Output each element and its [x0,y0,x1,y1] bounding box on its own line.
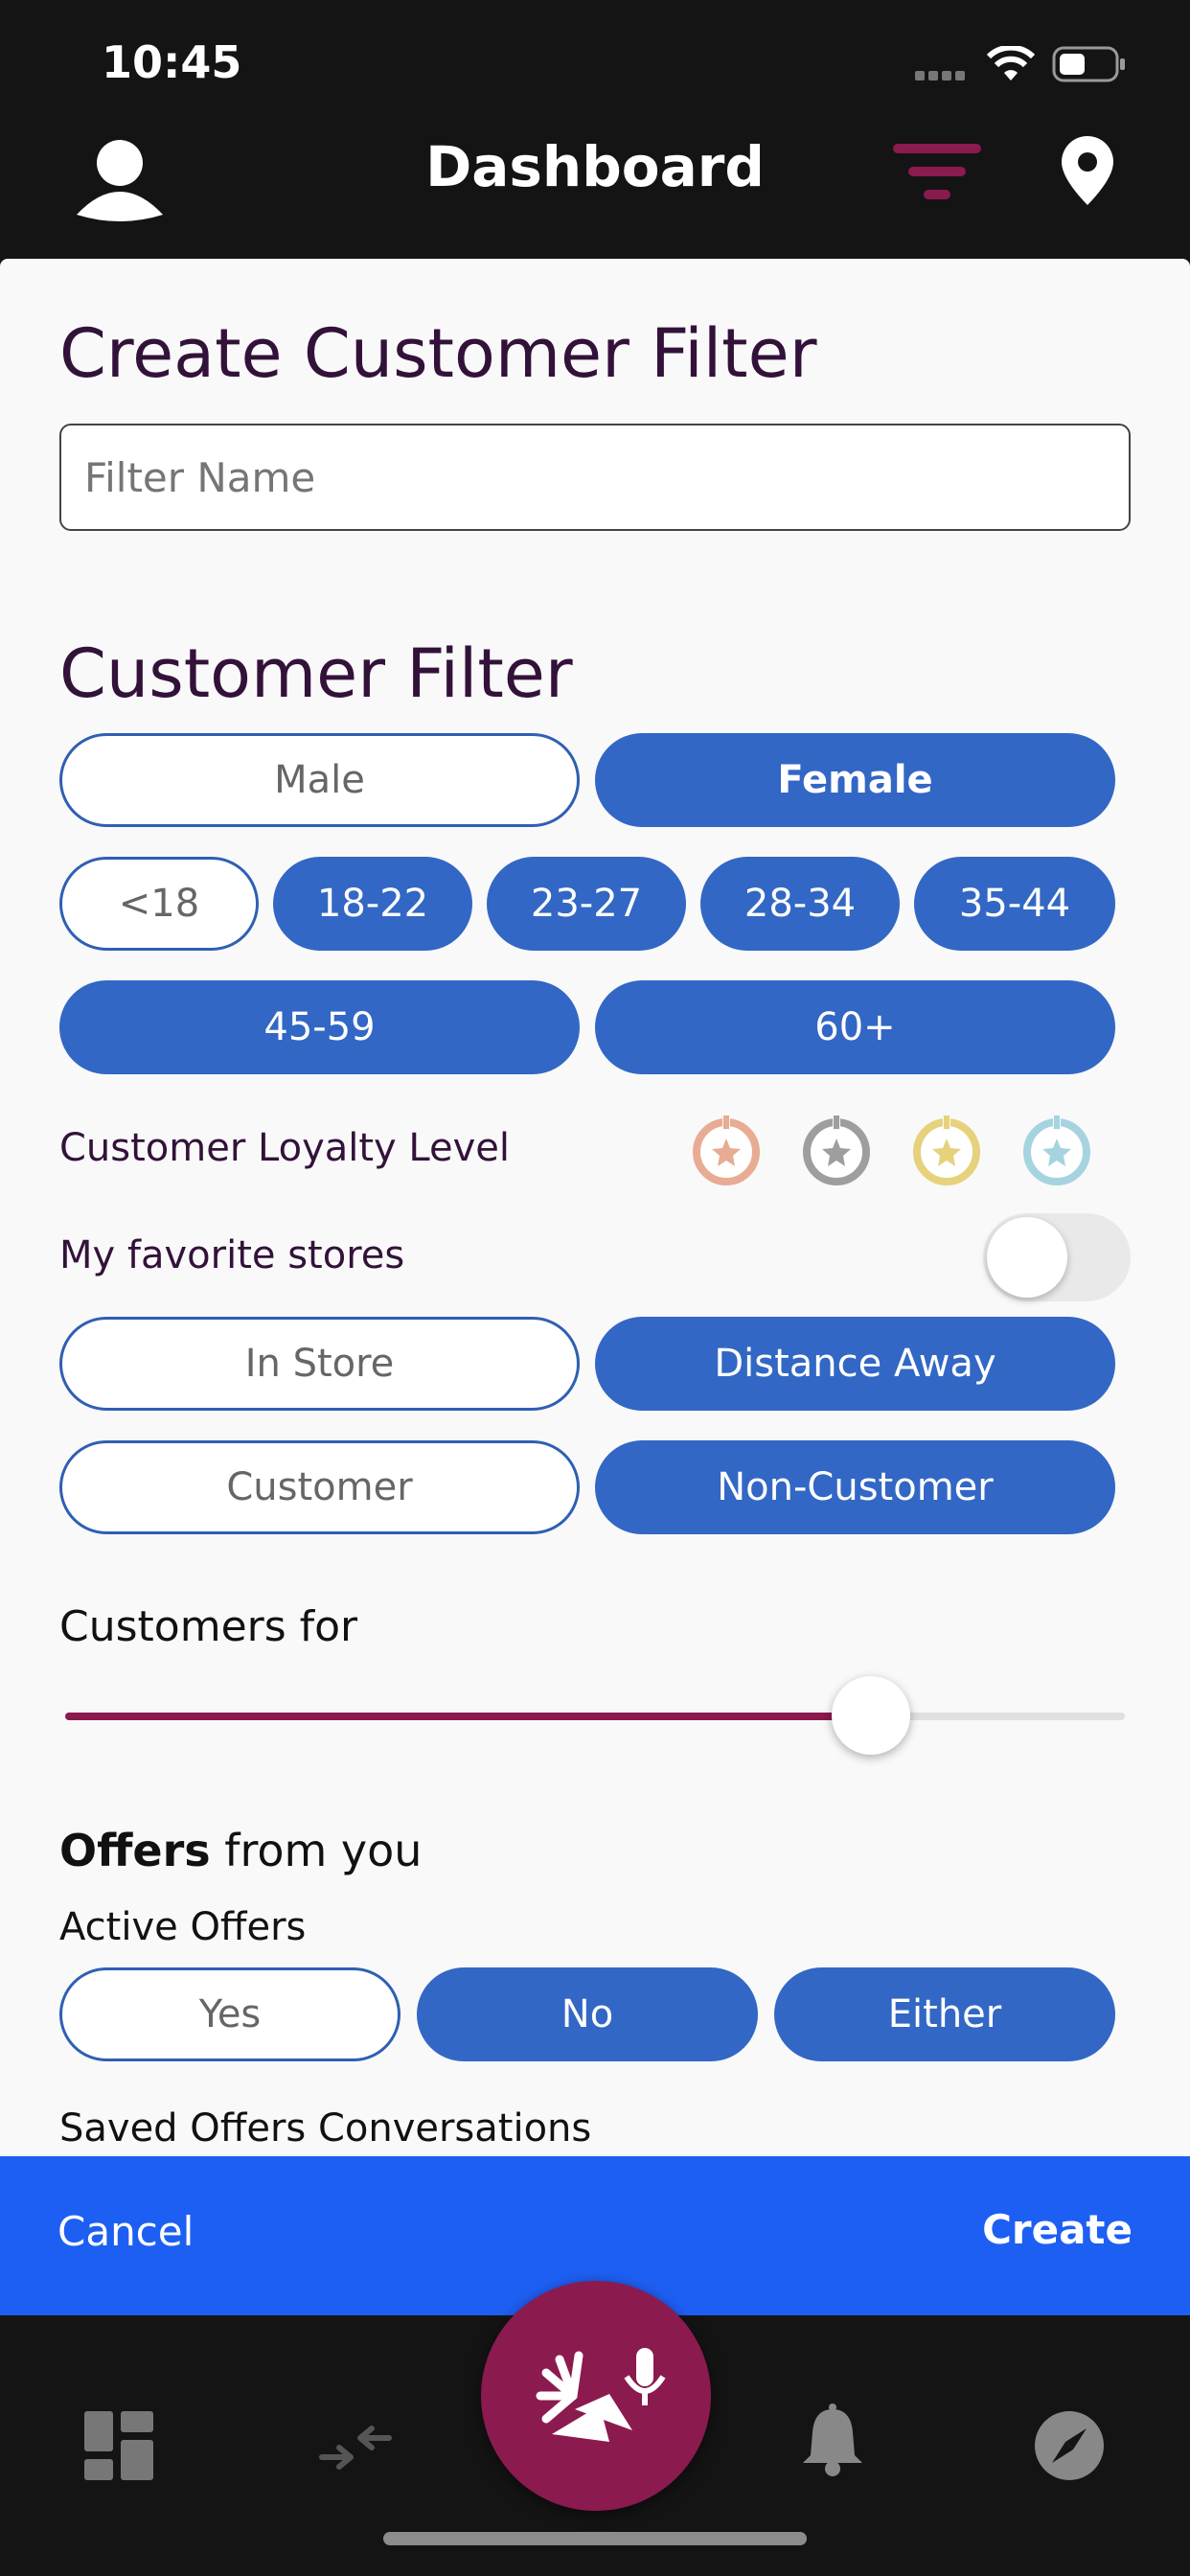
saved-offers-label: Saved Offers Conversations [59,2106,592,2150]
battery-icon [1052,46,1125,82]
compass-icon[interactable] [1031,2407,1108,2484]
section-title: Customer Filter [59,634,573,713]
favorites-toggle[interactable] [983,1213,1131,1301]
loyalty-bronze-badge-icon[interactable] [690,1114,763,1186]
filter-form: Create Customer Filter Customer Filter M… [0,259,1190,2156]
toggle-knob [987,1217,1067,1298]
age-18-22-button[interactable]: 18-22 [273,857,472,951]
age-35-44-button[interactable]: 35-44 [914,857,1115,951]
distance-away-button[interactable]: Distance Away [595,1317,1115,1411]
dashboard-icon[interactable] [84,2411,153,2480]
transfer-icon[interactable] [318,2415,393,2476]
wifi-icon [987,46,1035,80]
gender-male-button[interactable]: Male [59,733,580,827]
voice-assistant-button[interactable] [481,2281,711,2511]
customer-button[interactable]: Customer [59,1440,580,1534]
assistant-logo-icon [536,2348,666,2442]
age-under-18-button[interactable]: <18 [59,857,259,951]
bell-icon[interactable] [801,2404,864,2478]
favorites-label: My favorite stores [59,1233,405,1277]
age-28-34-button[interactable]: 28-34 [700,857,900,951]
loyalty-silver-badge-icon[interactable] [800,1114,873,1186]
age-60-plus-button[interactable]: 60+ [595,980,1115,1074]
filter-name-input[interactable] [59,424,1131,531]
filter-icon[interactable] [893,142,981,203]
loyalty-platinum-badge-icon[interactable] [1020,1114,1093,1186]
in-store-button[interactable]: In Store [59,1317,580,1411]
loyalty-label: Customer Loyalty Level [59,1126,511,1170]
age-45-59-button[interactable]: 45-59 [59,980,580,1074]
offers-heading: Offers from you [59,1825,422,1876]
loyalty-gold-badge-icon[interactable] [910,1114,983,1186]
age-23-27-button[interactable]: 23-27 [487,857,686,951]
customers-for-label: Customers for [59,1602,358,1651]
active-offers-yes-button[interactable]: Yes [59,1967,400,2061]
create-button[interactable]: Create [982,2206,1133,2253]
customers-for-slider[interactable] [65,1676,1125,1755]
gender-female-button[interactable]: Female [595,733,1115,827]
slider-thumb[interactable] [831,1676,910,1755]
non-customer-button[interactable]: Non-Customer [595,1440,1115,1534]
offers-heading-bold: Offers [59,1825,211,1876]
active-offers-no-button[interactable]: No [417,1967,758,2061]
cancel-button[interactable]: Cancel [57,2208,194,2255]
home-indicator [383,2532,807,2545]
form-title: Create Customer Filter [59,314,817,393]
page-title: Dashboard [425,134,765,199]
slider-fill [65,1713,871,1720]
signal-icon [915,71,965,80]
location-pin-icon[interactable] [1058,134,1117,207]
active-offers-label: Active Offers [59,1905,307,1949]
active-offers-either-button[interactable]: Either [774,1967,1115,2061]
offers-heading-rest: from you [210,1825,423,1876]
app-header: Dashboard [0,96,1190,259]
status-time: 10:45 [102,36,242,88]
